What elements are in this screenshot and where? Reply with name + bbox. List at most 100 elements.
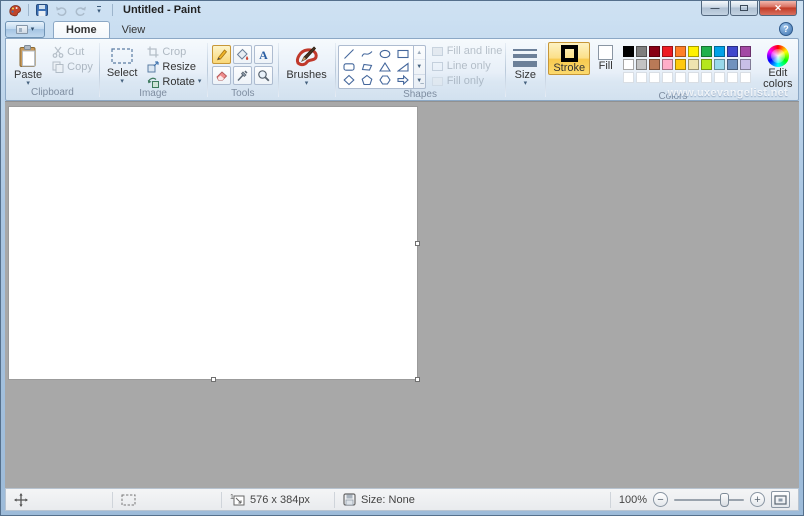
palette-swatch[interactable] bbox=[635, 45, 648, 58]
eraser-tool-button[interactable] bbox=[212, 66, 231, 85]
palette-swatch[interactable] bbox=[635, 71, 648, 84]
palette-swatch[interactable] bbox=[700, 45, 713, 58]
selection-size-section bbox=[113, 489, 221, 510]
canvas-resize-handle-corner[interactable] bbox=[415, 377, 420, 382]
fill-only-option[interactable]: Fill only bbox=[432, 75, 503, 87]
shape-rounded-rectangle[interactable] bbox=[340, 60, 358, 73]
chevron-down-icon: ▾ bbox=[305, 81, 309, 86]
qat-customize-icon[interactable]: ▾ bbox=[91, 3, 107, 17]
palette-swatch[interactable] bbox=[713, 71, 726, 84]
shape-diamond[interactable] bbox=[340, 74, 358, 87]
palette-swatch[interactable] bbox=[661, 45, 674, 58]
minimize-button[interactable]: — bbox=[701, 1, 729, 16]
zoom-in-button[interactable]: + bbox=[750, 492, 765, 507]
fill-color-button[interactable]: Fill bbox=[593, 42, 618, 73]
pencil-tool-button[interactable] bbox=[212, 45, 231, 64]
palette-swatch[interactable] bbox=[700, 71, 713, 84]
palette-swatch[interactable] bbox=[622, 71, 635, 84]
window-title: Untitled - Paint bbox=[123, 4, 201, 16]
palette-swatch-color bbox=[688, 59, 699, 70]
zoom-slider-thumb[interactable] bbox=[720, 493, 729, 507]
palette-swatch[interactable] bbox=[674, 71, 687, 84]
palette-swatch[interactable] bbox=[648, 45, 661, 58]
palette-swatch[interactable] bbox=[661, 58, 674, 71]
fill-and-line-option[interactable]: Fill and line bbox=[432, 45, 503, 57]
palette-swatch[interactable] bbox=[739, 71, 752, 84]
shape-right-triangle[interactable] bbox=[394, 60, 412, 73]
paste-button[interactable]: Paste ▾ bbox=[9, 42, 47, 87]
close-button[interactable]: ✕ bbox=[759, 1, 797, 16]
shape-curve[interactable] bbox=[358, 47, 376, 60]
palette-swatch-color bbox=[727, 59, 738, 70]
group-image: Select ▾ Crop Resize Rotate ▾ bbox=[99, 40, 208, 100]
work-area bbox=[5, 101, 799, 488]
tab-home[interactable]: Home bbox=[53, 21, 110, 38]
fill-with-color-tool-button[interactable] bbox=[233, 45, 252, 64]
pencil-icon bbox=[215, 48, 228, 61]
canvas-resize-handle-bottom[interactable] bbox=[211, 377, 216, 382]
canvas-resize-handle-right[interactable] bbox=[415, 241, 420, 246]
shape-hexagon[interactable] bbox=[376, 74, 394, 87]
palette-swatch[interactable] bbox=[687, 58, 700, 71]
palette-swatch[interactable] bbox=[739, 45, 752, 58]
crop-button[interactable]: Crop bbox=[144, 45, 204, 58]
palette-swatch[interactable] bbox=[661, 71, 674, 84]
shape-oval[interactable] bbox=[376, 47, 394, 60]
text-tool-button[interactable]: A bbox=[254, 45, 273, 64]
gallery-scroll-up-icon[interactable]: ▲ bbox=[414, 46, 425, 60]
resize-button[interactable]: Resize bbox=[144, 60, 204, 73]
stroke-color-button[interactable]: Stroke bbox=[548, 42, 590, 75]
undo-icon[interactable] bbox=[53, 3, 69, 17]
palette-swatch[interactable] bbox=[674, 45, 687, 58]
zoom-slider[interactable] bbox=[674, 499, 744, 501]
shape-line[interactable] bbox=[340, 47, 358, 60]
shape-triangle[interactable] bbox=[376, 60, 394, 73]
tab-view[interactable]: View bbox=[110, 21, 158, 38]
redo-icon[interactable] bbox=[72, 3, 88, 17]
palette-swatch[interactable] bbox=[713, 45, 726, 58]
line-only-option[interactable]: Line only bbox=[432, 60, 503, 72]
color-picker-tool-button[interactable] bbox=[233, 66, 252, 85]
palette-swatch-color bbox=[701, 46, 712, 57]
palette-swatch[interactable] bbox=[622, 58, 635, 71]
shape-pentagon[interactable] bbox=[358, 74, 376, 87]
palette-swatch[interactable] bbox=[648, 71, 661, 84]
maximize-button[interactable] bbox=[730, 1, 758, 16]
palette-swatch[interactable] bbox=[687, 71, 700, 84]
copy-button[interactable]: Copy bbox=[49, 60, 96, 73]
palette-swatch[interactable] bbox=[739, 58, 752, 71]
select-button[interactable]: Select ▾ bbox=[102, 42, 143, 85]
application-menu-button[interactable]: ▾ bbox=[5, 21, 45, 38]
ribbon: Paste ▾ Cut Copy Clipboard bbox=[5, 38, 799, 101]
gallery-more-icon[interactable]: ▼̲ bbox=[414, 75, 425, 88]
paint-app-icon[interactable] bbox=[7, 3, 23, 17]
zoom-out-button[interactable]: − bbox=[653, 492, 668, 507]
help-button[interactable]: ? bbox=[779, 22, 793, 36]
palette-swatch[interactable] bbox=[700, 58, 713, 71]
palette-swatch[interactable] bbox=[713, 58, 726, 71]
magnifier-tool-button[interactable] bbox=[254, 66, 273, 85]
palette-swatch[interactable] bbox=[674, 58, 687, 71]
palette-swatch-color bbox=[636, 59, 647, 70]
shape-rectangle[interactable] bbox=[394, 47, 412, 60]
palette-swatch[interactable] bbox=[726, 45, 739, 58]
palette-swatch[interactable] bbox=[635, 58, 648, 71]
palette-swatch[interactable] bbox=[687, 45, 700, 58]
drawing-canvas[interactable] bbox=[9, 107, 417, 379]
palette-swatch[interactable] bbox=[726, 71, 739, 84]
rotate-button[interactable]: Rotate ▾ bbox=[144, 75, 204, 88]
gallery-scroll-down-icon[interactable]: ▼ bbox=[414, 60, 425, 74]
palette-swatch[interactable] bbox=[622, 45, 635, 58]
cut-button[interactable]: Cut bbox=[49, 45, 96, 58]
shape-arrow[interactable] bbox=[394, 74, 412, 87]
palette-swatch[interactable] bbox=[648, 58, 661, 71]
palette-swatch[interactable] bbox=[726, 58, 739, 71]
fit-to-window-button[interactable] bbox=[771, 491, 790, 508]
palette-swatch-empty bbox=[623, 72, 634, 83]
shape-polygon[interactable] bbox=[358, 60, 376, 73]
brushes-button[interactable]: Brushes ▾ bbox=[281, 42, 331, 87]
save-icon[interactable] bbox=[34, 3, 50, 17]
eraser-icon bbox=[215, 69, 228, 82]
edit-colors-button[interactable]: Edit colors bbox=[758, 42, 797, 91]
size-button[interactable]: Size ▾ bbox=[508, 42, 542, 87]
